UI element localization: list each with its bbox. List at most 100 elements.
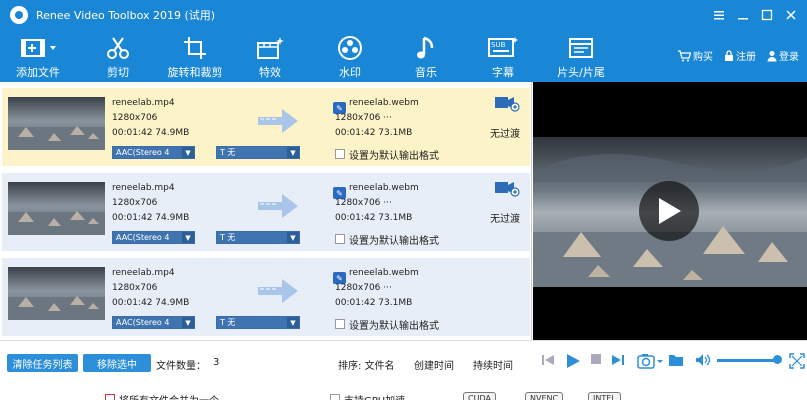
close-icon[interactable]: [778, 0, 804, 30]
convert-arrow-icon: [258, 193, 300, 222]
chevron-down-icon: ▼: [182, 317, 194, 328]
add-file-button[interactable]: 添加文件: [14, 34, 62, 80]
audio-track-select[interactable]: AAC(Stereo 4 ▼: [112, 316, 195, 329]
input-filename: reneelab.mp4: [112, 183, 175, 193]
login-link[interactable]: 登录: [767, 48, 799, 63]
chevron-down-icon: ▼: [287, 147, 299, 158]
cut-button[interactable]: 剪切: [100, 34, 136, 80]
gpu-label: 支持GPU加速: [344, 392, 405, 400]
output-filename: reneelab.webm: [349, 183, 419, 193]
input-resolution: 1280x706: [112, 198, 158, 208]
volume-slider-handle[interactable]: [773, 355, 782, 364]
fullscreen-icon: [789, 353, 805, 369]
sort-by-duration[interactable]: 持续时间: [473, 357, 513, 372]
task-row[interactable]: reneelab.mp4 1280x706 00:01:42 74.9MB AA…: [2, 88, 530, 166]
tool-label: 音乐: [415, 66, 437, 79]
subtitle-value: T 无: [220, 318, 236, 327]
convert-arrow-icon: [258, 278, 300, 307]
output-resolution: 1280x706 ···: [335, 283, 392, 293]
input-resolution: 1280x706: [112, 283, 158, 293]
subtitle-select[interactable]: T 无 ▼: [216, 146, 300, 159]
video-thumbnail[interactable]: [8, 97, 105, 150]
volume-button[interactable]: [695, 353, 711, 367]
default-format-checkbox[interactable]: [335, 149, 345, 159]
cuda-badge: CUDA: [463, 392, 496, 400]
music-icon: [414, 34, 438, 62]
effects-button[interactable]: 特效: [252, 34, 288, 80]
tool-label: 片头/片尾: [557, 66, 605, 79]
stop-button[interactable]: [590, 353, 602, 365]
default-format-checkbox[interactable]: [335, 319, 345, 329]
gpu-checkbox[interactable]: [330, 394, 340, 400]
audio-track-select[interactable]: AAC(Stereo 4 ▼: [112, 231, 195, 244]
video-thumbnail[interactable]: [8, 182, 105, 235]
clear-tasks-button[interactable]: 清除任务列表: [7, 354, 78, 372]
input-filename: reneelab.mp4: [112, 268, 175, 278]
video-preview[interactable]: [533, 82, 807, 340]
default-format-label: 设置为默认输出格式: [349, 321, 439, 332]
skip-forward-icon[interactable]: [611, 353, 625, 367]
options-strip: 将所有文件合并为一个 支持GPU加速 CUDA NVENC INTEL: [0, 386, 807, 400]
stop-icon: [591, 354, 601, 364]
effects-icon: [255, 34, 285, 62]
intel-badge: INTEL: [588, 392, 621, 400]
output-resolution: 1280x706 ···: [335, 113, 392, 123]
tool-label: 特效: [259, 66, 281, 79]
transition-icon[interactable]: [494, 94, 520, 115]
merge-label: 将所有文件合并为一个: [119, 392, 219, 400]
intro-outro-button[interactable]: 片头/片尾: [556, 34, 606, 80]
volume-slider-track[interactable]: [717, 359, 775, 362]
register-link[interactable]: 注册: [724, 48, 756, 63]
input-resolution: 1280x706: [112, 113, 158, 123]
subtitle-select[interactable]: T 无 ▼: [216, 231, 300, 244]
transition-icon[interactable]: [494, 179, 520, 200]
chevron-down-icon: ▼: [182, 147, 194, 158]
tool-label: 字幕: [492, 66, 514, 79]
default-format-checkbox[interactable]: [335, 234, 345, 244]
open-folder-button[interactable]: [668, 353, 684, 367]
folder-icon: [669, 355, 683, 366]
subtitle-value: T 无: [220, 148, 236, 157]
buy-link[interactable]: 购买: [677, 48, 713, 63]
register-label: 注册: [736, 52, 756, 63]
task-row[interactable]: reneelab.mp4 1280x706 00:01:42 74.9MB AA…: [2, 173, 530, 251]
subtitle-select[interactable]: T 无 ▼: [216, 316, 300, 329]
chevron-down-icon: ▼: [287, 317, 299, 328]
output-filename: reneelab.webm: [349, 98, 419, 108]
menu-icon[interactable]: [706, 0, 732, 30]
input-duration-size: 00:01:42 74.9MB: [112, 298, 190, 308]
sort-by-created[interactable]: 创建时间: [414, 357, 454, 372]
list-controls: 清除任务列表 移除选中 文件数量： 3 排序: 文件名 创建时间 持续时间: [0, 340, 532, 386]
video-thumbnail[interactable]: [8, 267, 105, 320]
watermark-button[interactable]: 水印: [332, 34, 368, 80]
fullscreen-button[interactable]: [789, 353, 805, 369]
restore-icon[interactable]: [754, 0, 780, 30]
task-row[interactable]: reneelab.mp4 1280x706 00:01:42 74.9MB AA…: [2, 258, 530, 336]
subtitle-icon: SUB: [487, 34, 519, 62]
transition-label[interactable]: 无过渡: [490, 210, 520, 225]
sort-by-filename[interactable]: 排序: 文件名: [338, 357, 395, 372]
buy-label: 购买: [693, 52, 713, 63]
snapshot-button[interactable]: [637, 353, 663, 369]
music-button[interactable]: 音乐: [408, 34, 444, 80]
input-filename: reneelab.mp4: [112, 98, 175, 108]
audio-track-select[interactable]: AAC(Stereo 4 ▼: [112, 146, 195, 159]
skip-back-icon[interactable]: [541, 353, 555, 367]
play-button[interactable]: [565, 353, 581, 369]
play-overlay-button[interactable]: [639, 181, 699, 241]
merge-checkbox[interactable]: [105, 394, 115, 400]
chevron-down-icon: ▼: [182, 232, 194, 243]
transition-label[interactable]: 无过渡: [490, 125, 520, 140]
rotate-crop-icon: [182, 34, 208, 62]
tool-label: 旋转和裁剪: [167, 66, 223, 79]
add-file-icon: [18, 34, 58, 62]
tool-label: 添加文件: [16, 66, 60, 79]
audio-track-value: AAC(Stereo 4: [116, 233, 170, 242]
file-count-label: 文件数量：: [156, 361, 206, 372]
player-controls: [533, 340, 807, 386]
rotate-crop-button[interactable]: 旋转和裁剪: [165, 34, 225, 80]
remove-selected-button[interactable]: 移除选中: [83, 354, 151, 372]
subtitle-button[interactable]: SUB 字幕: [485, 34, 521, 80]
minimize-icon[interactable]: [730, 0, 756, 30]
task-list: reneelab.mp4 1280x706 00:01:42 74.9MB AA…: [0, 82, 532, 340]
